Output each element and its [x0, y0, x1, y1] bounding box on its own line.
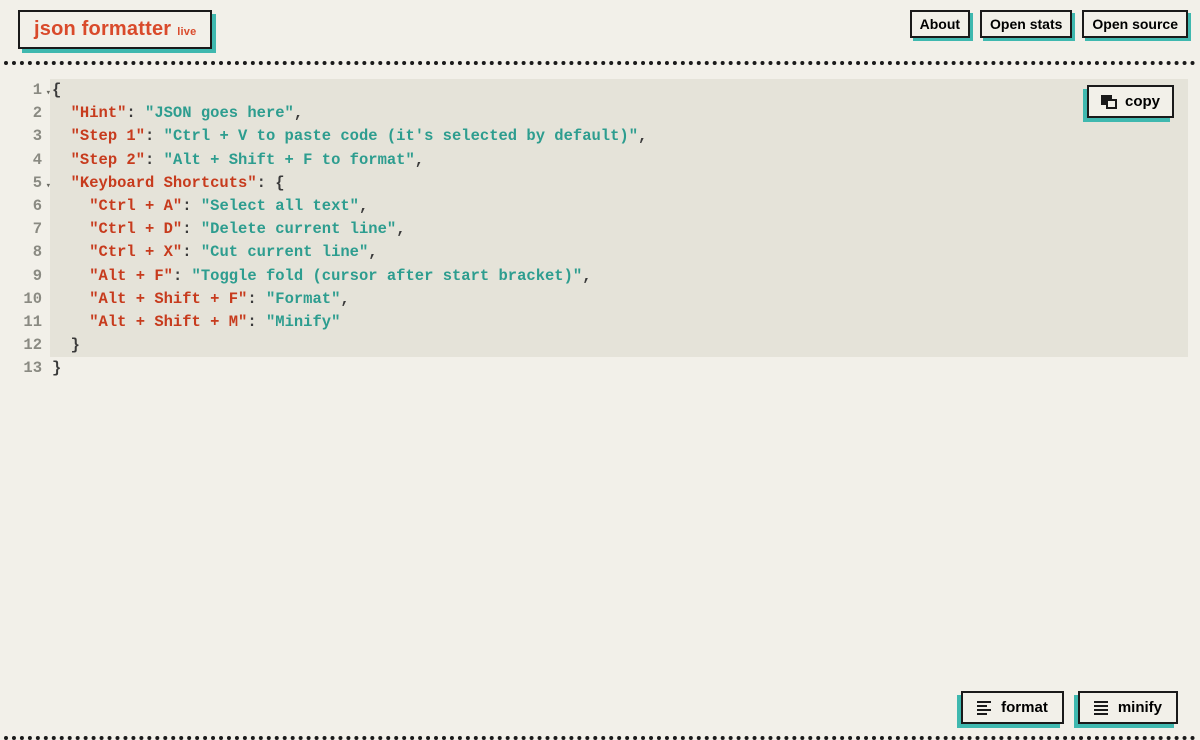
- footer-divider: [4, 736, 1196, 740]
- about-link[interactable]: About: [910, 10, 970, 38]
- code-line: "Alt + Shift + M": "Minify": [50, 311, 1188, 334]
- line-number: 5: [6, 172, 42, 195]
- minify-icon: [1094, 701, 1108, 715]
- logo-text: json formatter: [34, 18, 171, 41]
- line-number: 9: [6, 265, 42, 288]
- line-number: 7: [6, 218, 42, 241]
- line-number: 2: [6, 102, 42, 125]
- line-number: 4: [6, 149, 42, 172]
- open-stats-link[interactable]: Open stats: [980, 10, 1072, 38]
- line-number: 8: [6, 241, 42, 264]
- open-source-link[interactable]: Open source: [1082, 10, 1188, 38]
- copy-label: copy: [1125, 93, 1160, 110]
- line-number: 10: [6, 288, 42, 311]
- code-line: "Ctrl + D": "Delete current line",: [50, 218, 1188, 241]
- line-number: 3: [6, 125, 42, 148]
- line-number: 13: [6, 357, 42, 380]
- logo-button[interactable]: json formatter live: [18, 10, 212, 49]
- format-button[interactable]: format: [961, 691, 1064, 724]
- footer-actions: format minify: [0, 681, 1200, 736]
- header: json formatter live About Open stats Ope…: [0, 0, 1200, 61]
- logo-badge: live: [177, 26, 196, 38]
- copy-icon: [1101, 95, 1117, 109]
- line-gutter: 12345678910111213: [6, 79, 52, 381]
- minify-button[interactable]: minify: [1078, 691, 1178, 724]
- nav-group: About Open stats Open source: [910, 10, 1188, 38]
- footer: format minify: [0, 681, 1200, 740]
- copy-button[interactable]: copy: [1087, 85, 1174, 118]
- line-number: 1: [6, 79, 42, 102]
- code-line: }: [50, 334, 1188, 357]
- line-number: 12: [6, 334, 42, 357]
- code-line: "Keyboard Shortcuts": {: [50, 172, 1188, 195]
- code-line: {: [50, 79, 1188, 102]
- format-label: format: [1001, 699, 1048, 716]
- code-line: "Ctrl + X": "Cut current line",: [50, 241, 1188, 264]
- code-editor[interactable]: 12345678910111213 { "Hint": "JSON goes h…: [6, 79, 1188, 381]
- code-line: "Ctrl + A": "Select all text",: [50, 195, 1188, 218]
- code-line: "Step 1": "Ctrl + V to paste code (it's …: [50, 125, 1188, 148]
- minify-label: minify: [1118, 699, 1162, 716]
- code-line: "Step 2": "Alt + Shift + F to format",: [50, 149, 1188, 172]
- editor-area: copy 12345678910111213 { "Hint": "JSON g…: [0, 65, 1200, 381]
- code-line: }: [52, 357, 1188, 380]
- format-icon: [977, 701, 991, 715]
- line-number: 11: [6, 311, 42, 334]
- line-number: 6: [6, 195, 42, 218]
- code-line: "Alt + F": "Toggle fold (cursor after st…: [50, 265, 1188, 288]
- code-line: "Alt + Shift + F": "Format",: [50, 288, 1188, 311]
- code-content[interactable]: { "Hint": "JSON goes here", "Step 1": "C…: [52, 79, 1188, 381]
- code-line: "Hint": "JSON goes here",: [50, 102, 1188, 125]
